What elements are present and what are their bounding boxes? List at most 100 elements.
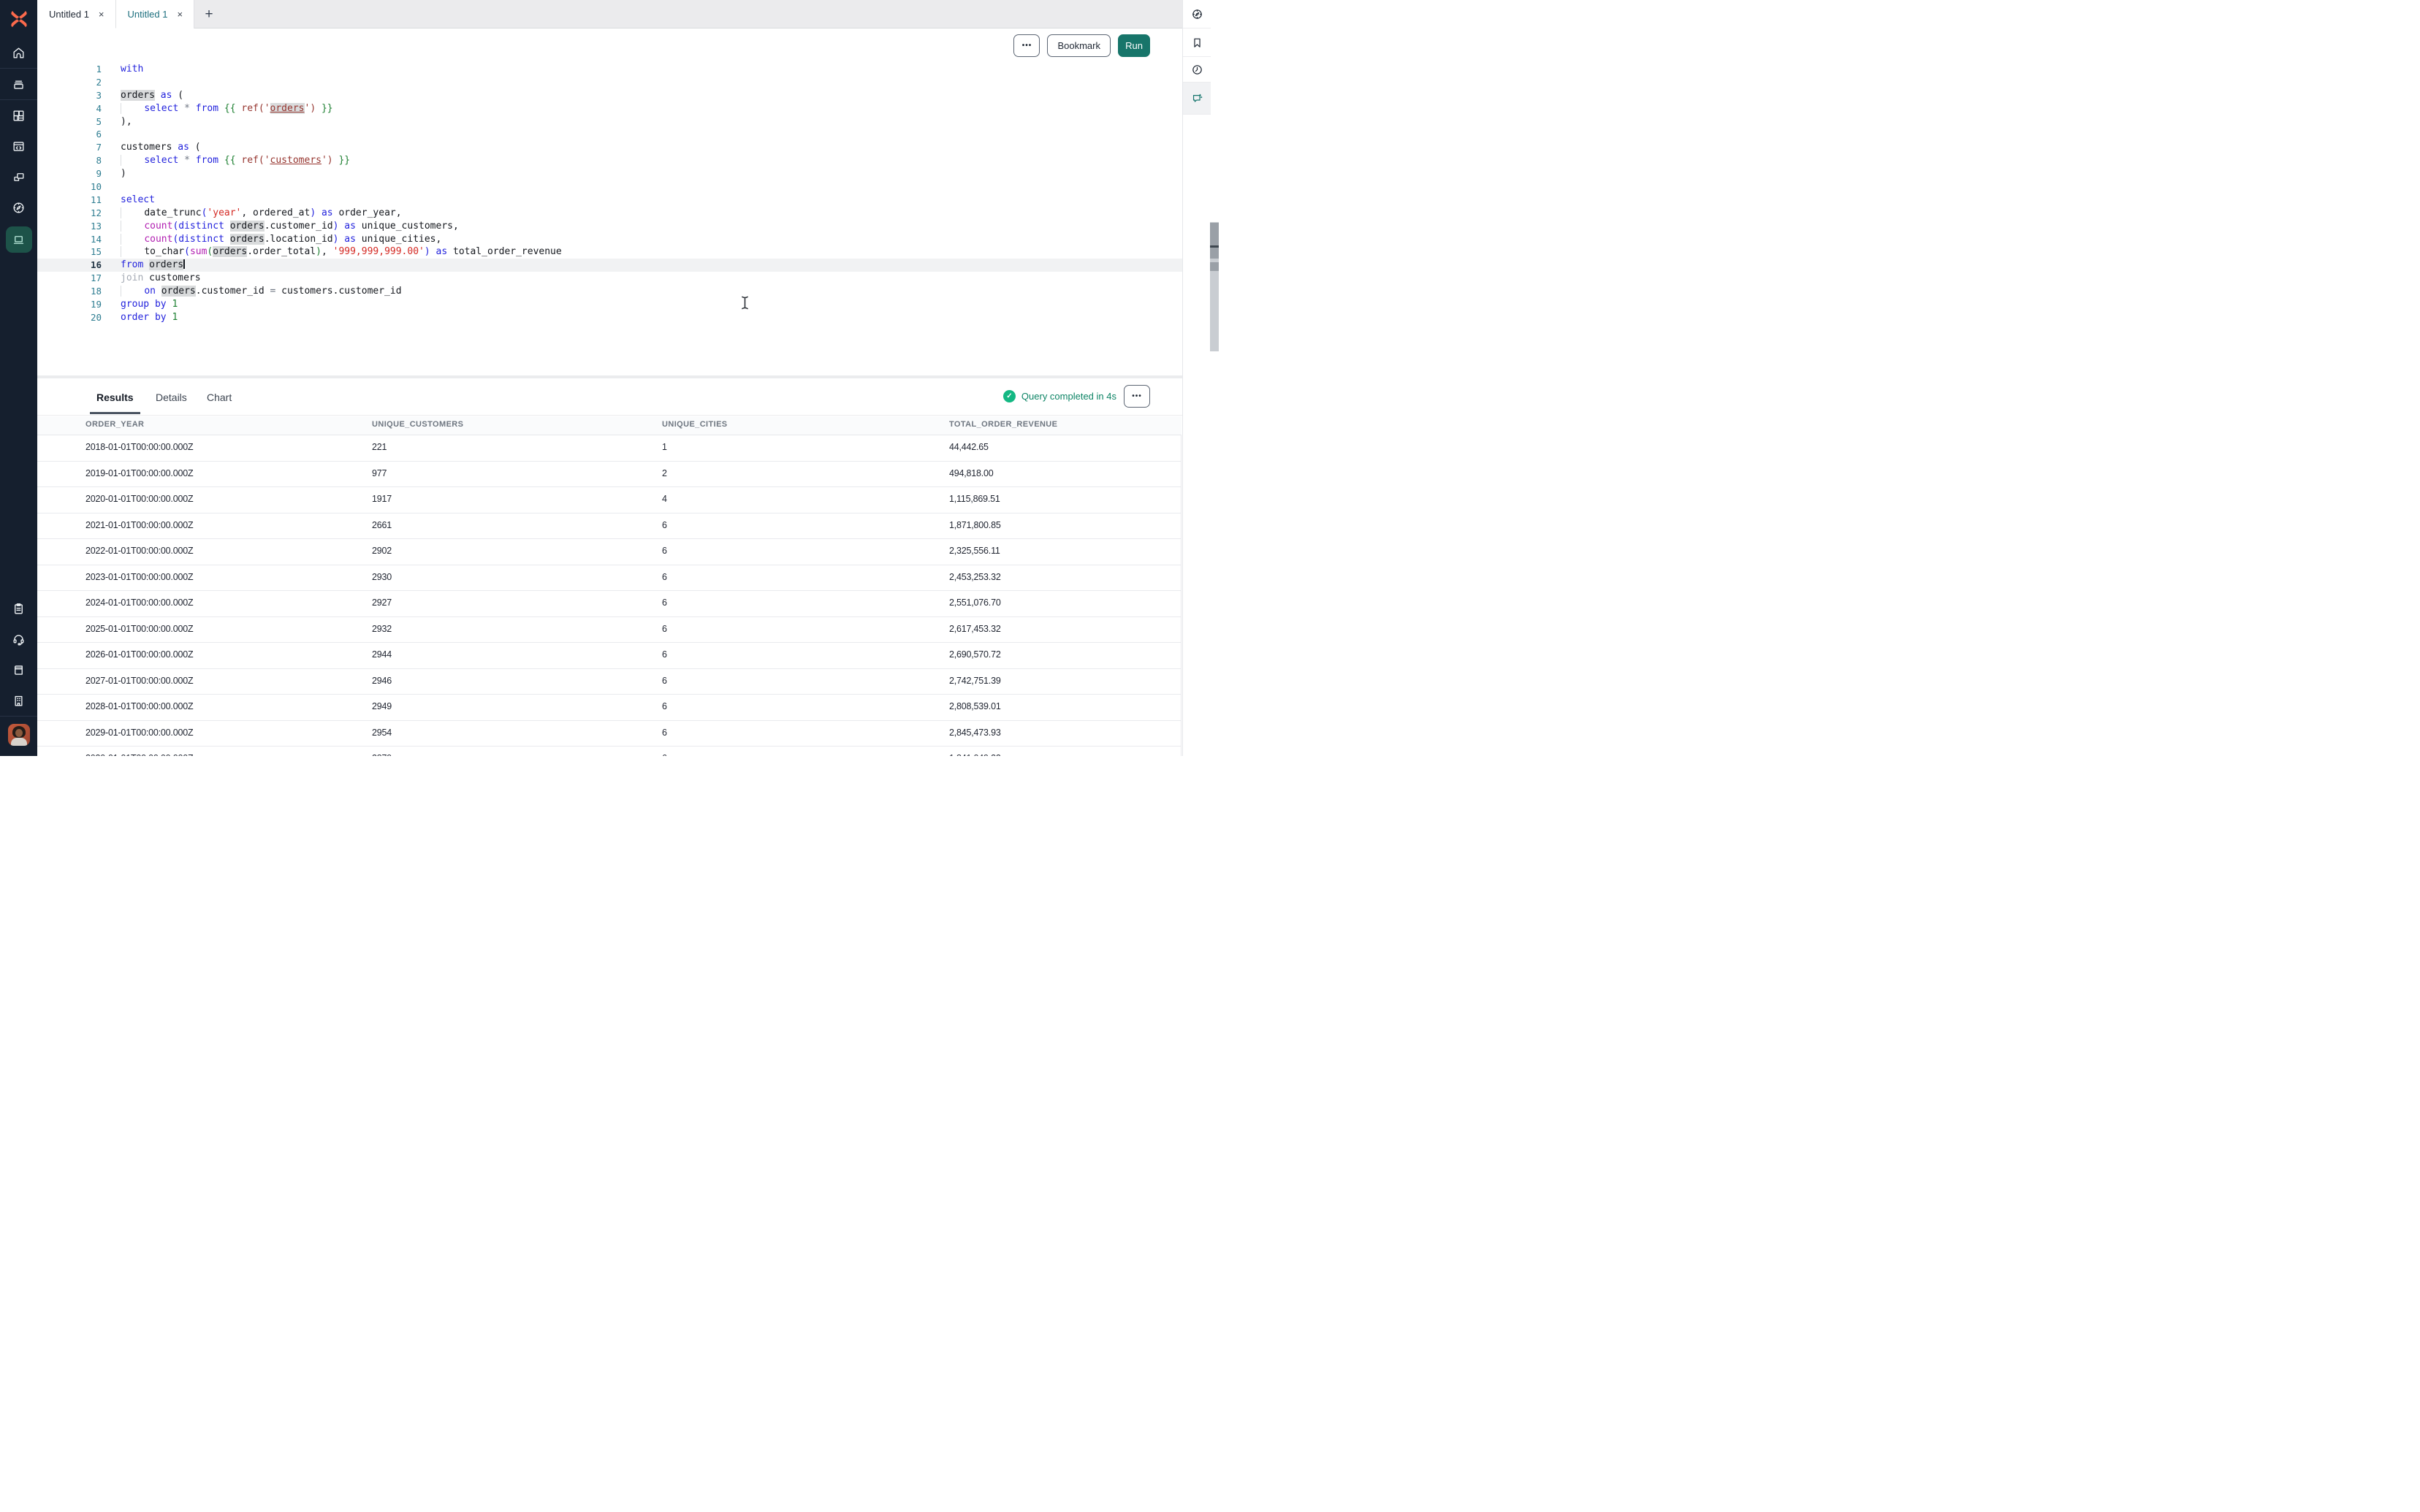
code-line-20[interactable]: 20order by 1: [37, 311, 1182, 324]
active-highlight: [6, 226, 32, 253]
sidebar-item-collections[interactable]: [0, 69, 37, 99]
code-token: [224, 234, 230, 245]
scrollbar-thumb[interactable]: [1209, 262, 1219, 271]
code-line-16[interactable]: 16from orders: [37, 259, 1182, 272]
table-row[interactable]: 2028-01-01T00:00:00.000Z294962,808,539.0…: [37, 695, 1181, 721]
right-item-ai-assistant[interactable]: [1183, 83, 1211, 115]
column-header-unique_customers[interactable]: UNIQUE_CUSTOMERS: [372, 420, 463, 429]
code-line-14[interactable]: 14 count(distinct orders.location_id) as…: [37, 233, 1182, 246]
code-line-7[interactable]: 7customers as (: [37, 141, 1182, 154]
table-row[interactable]: 2023-01-01T00:00:00.000Z293062,453,253.3…: [37, 565, 1181, 592]
tab-results[interactable]: Results: [90, 387, 140, 408]
more-options-button[interactable]: •••: [1013, 34, 1040, 57]
table-cell: 6: [662, 546, 667, 556]
sql-editor[interactable]: 1with23orders as (4 select * from {{ ref…: [37, 63, 1182, 375]
table-cell: 4: [662, 494, 667, 504]
code-line-8[interactable]: 8 select * from {{ ref('customers') }}: [37, 154, 1182, 167]
code-token: orders: [121, 90, 155, 101]
code-line-19[interactable]: 19group by 1: [37, 298, 1182, 311]
laptop-icon: [12, 233, 26, 247]
code-token: count: [144, 221, 172, 232]
tab-details[interactable]: Details: [149, 387, 194, 408]
sidebar-item-docs[interactable]: [0, 654, 37, 685]
bookmark-button[interactable]: Bookmark: [1047, 34, 1111, 57]
table-row[interactable]: 2026-01-01T00:00:00.000Z294462,690,570.7…: [37, 643, 1181, 669]
history-clock-icon: [1191, 64, 1203, 76]
code-token: select: [121, 194, 155, 205]
table-row[interactable]: 2020-01-01T00:00:00.000Z191741,115,869.5…: [37, 487, 1181, 513]
sidebar-item-explore[interactable]: [0, 192, 37, 223]
tab-untitled-1[interactable]: Untitled 1 ×: [37, 0, 116, 28]
column-header-order_year[interactable]: ORDER_YEAR: [85, 420, 144, 429]
code-token: to_char: [144, 246, 184, 257]
code-line-4[interactable]: 4 select * from {{ ref('orders') }}: [37, 102, 1182, 115]
code-line-2[interactable]: 2: [37, 76, 1182, 89]
app-logo[interactable]: [8, 8, 30, 30]
code-token: .order_total: [247, 246, 316, 257]
table-cell: 2,325,556.11: [949, 546, 1000, 556]
code-line-6[interactable]: 6: [37, 128, 1182, 141]
code-token: [155, 90, 161, 101]
table-cell: 6: [662, 753, 667, 756]
table-cell: 2927: [372, 597, 392, 608]
right-item-bookmarks[interactable]: [1183, 28, 1211, 57]
sidebar-item-components[interactable]: [0, 161, 37, 192]
line-number: 11: [37, 194, 102, 207]
editor-scrollbar[interactable]: [1209, 222, 1219, 351]
headset-icon: [12, 633, 26, 646]
code-line-18[interactable]: 18 on orders.customer_id = customers.cus…: [37, 285, 1182, 298]
table-row[interactable]: 2027-01-01T00:00:00.000Z294662,742,751.3…: [37, 669, 1181, 695]
code-line-5[interactable]: 5),: [37, 115, 1182, 129]
right-item-history[interactable]: [1183, 57, 1211, 83]
code-token: as: [178, 142, 189, 153]
column-header-total_order_revenue[interactable]: TOTAL_ORDER_REVENUE: [949, 420, 1057, 429]
code-line-15[interactable]: 15 to_char(sum(orders.order_total), '999…: [37, 245, 1182, 259]
table-row[interactable]: 2018-01-01T00:00:00.000Z221144,442.65: [37, 435, 1181, 462]
code-line-12[interactable]: 12 date_trunc('year', ordered_at) as ord…: [37, 207, 1182, 220]
sidebar-item-organization[interactable]: [0, 685, 37, 716]
close-icon[interactable]: ×: [96, 7, 107, 21]
new-tab-button[interactable]: +: [194, 0, 224, 28]
table-row[interactable]: 2030-01-01T00:00:00.000Z287961,841,049.3…: [37, 747, 1181, 756]
scrollbar-thumb[interactable]: [1209, 223, 1219, 259]
scrollbar-marker: [1209, 245, 1219, 248]
code-token: }}: [338, 155, 350, 166]
code-line-17[interactable]: 17join customers: [37, 272, 1182, 285]
sidebar-item-home[interactable]: [0, 37, 37, 68]
sidebar-item-changelog[interactable]: [0, 593, 37, 624]
tab-untitled-2[interactable]: Untitled 1 ×: [116, 0, 195, 28]
code-line-10[interactable]: 10: [37, 180, 1182, 194]
column-header-unique_cities[interactable]: UNIQUE_CITIES: [662, 420, 728, 429]
code-token: ref(': [241, 155, 270, 166]
table-row[interactable]: 2021-01-01T00:00:00.000Z266161,871,800.8…: [37, 513, 1181, 540]
user-avatar[interactable]: [8, 724, 30, 746]
code-token: from: [196, 103, 218, 114]
table-cell: 2024-01-01T00:00:00.000Z: [85, 597, 193, 608]
close-icon[interactable]: ×: [175, 7, 185, 21]
right-item-explore[interactable]: [1183, 0, 1211, 28]
table-cell: 2: [662, 468, 667, 478]
code-token: orders: [230, 234, 265, 245]
code-token: ): [425, 246, 430, 257]
sidebar-item-apps[interactable]: [0, 100, 37, 131]
results-more-button[interactable]: •••: [1124, 385, 1150, 408]
sidebar-item-code[interactable]: [0, 131, 37, 161]
code-line-9[interactable]: 9): [37, 167, 1182, 180]
table-row[interactable]: 2024-01-01T00:00:00.000Z292762,551,076.7…: [37, 591, 1181, 617]
bookmark-icon: [1191, 37, 1203, 49]
run-button[interactable]: Run: [1118, 34, 1150, 57]
table-row[interactable]: 2019-01-01T00:00:00.000Z9772494,818.00: [37, 462, 1181, 488]
sidebar-item-support[interactable]: [0, 624, 37, 654]
line-number: 8: [37, 154, 102, 167]
code-line-1[interactable]: 1with: [37, 63, 1182, 76]
right-sidebar: [1182, 0, 1210, 756]
table-row[interactable]: 2025-01-01T00:00:00.000Z293262,617,453.3…: [37, 617, 1181, 644]
table-row[interactable]: 2029-01-01T00:00:00.000Z295462,845,473.9…: [37, 721, 1181, 747]
code-line-3[interactable]: 3orders as (: [37, 89, 1182, 102]
code-line-13[interactable]: 13 count(distinct orders.customer_id) as…: [37, 220, 1182, 233]
table-row[interactable]: 2022-01-01T00:00:00.000Z290262,325,556.1…: [37, 539, 1181, 565]
code-line-11[interactable]: 11 select: [37, 194, 1182, 207]
tab-chart[interactable]: Chart: [200, 387, 238, 408]
sidebar-item-workstation[interactable]: [0, 223, 37, 256]
line-number: 5: [37, 115, 102, 129]
